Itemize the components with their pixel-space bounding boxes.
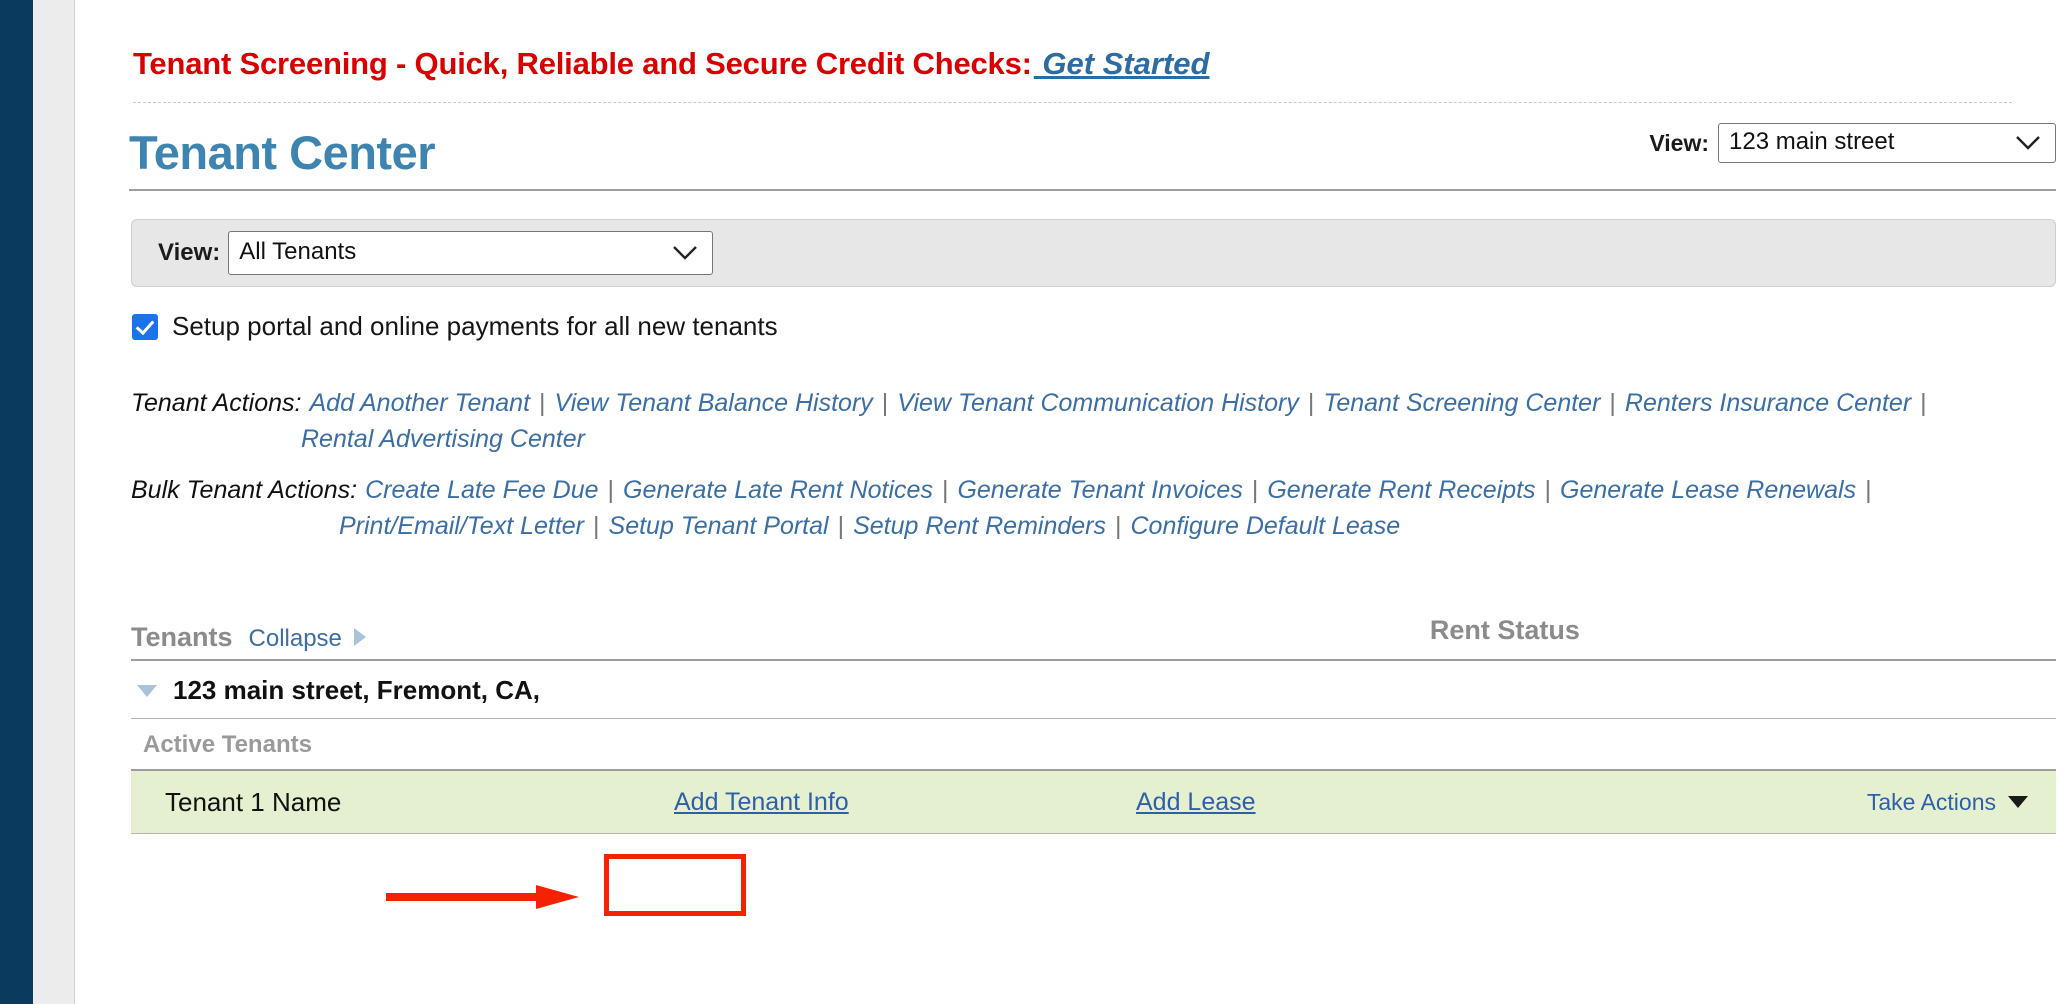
active-tenants-label: Active Tenants — [143, 731, 312, 758]
chevron-down-icon — [672, 245, 712, 261]
table-header-row: Tenants Collapse Rent Status — [131, 615, 2056, 661]
take-actions-label: Take Actions — [1866, 788, 1996, 815]
separator: | — [539, 389, 546, 417]
link-generate-lease-renewals[interactable]: Generate Lease Renewals — [1560, 473, 1856, 509]
triangle-right-icon[interactable] — [353, 628, 366, 646]
table-row[interactable]: Tenant 1 Name Add Tenant Info Add Lease … — [131, 771, 2056, 834]
separator: | — [1251, 476, 1259, 504]
app-window: Tenant Screening - Quick, Reliable and S… — [0, 0, 2070, 1004]
tenant-actions-caption: Tenant Actions: — [131, 389, 302, 417]
link-print-email-text-letter[interactable]: Print/Email/Text Letter — [339, 509, 584, 545]
tenant-actions-line-1: Tenant Actions: Add Another Tenant | Vie… — [131, 386, 2070, 422]
link-setup-tenant-portal[interactable]: Setup Tenant Portal — [609, 509, 829, 545]
property-address: 123 main street, Fremont, CA, — [173, 675, 540, 705]
add-lease-link[interactable]: Add Lease — [1136, 788, 1256, 816]
separator: | — [1544, 476, 1552, 504]
property-group-row: 123 main street, Fremont, CA, — [131, 661, 2056, 719]
link-generate-tenant-invoices[interactable]: Generate Tenant Invoices — [957, 473, 1242, 509]
bulk-tenant-actions-line-2: Print/Email/Text Letter | Setup Tenant P… — [131, 509, 2070, 545]
chevron-down-icon — [2015, 135, 2055, 151]
separator: | — [881, 389, 889, 417]
tenant-view-panel: View: All Tenants — [131, 219, 2056, 287]
property-view-dropdown[interactable]: 123 main street — [1718, 123, 2056, 163]
property-view-value: 123 main street — [1729, 128, 1895, 155]
triangle-down-icon[interactable] — [137, 684, 157, 697]
setup-portal-label: Setup portal and online payments for all… — [172, 311, 778, 341]
promo-banner: Tenant Screening - Quick, Reliable and S… — [75, 0, 2070, 98]
separator: | — [1865, 476, 1872, 504]
property-view-label: View: — [1649, 129, 1709, 156]
tenant-view-value: All Tenants — [239, 238, 357, 265]
annotation-arrow — [386, 884, 581, 910]
link-view-tenant-communication-history[interactable]: View Tenant Communication History — [897, 386, 1299, 422]
tenant-name-cell: Tenant 1 Name — [165, 786, 342, 817]
setup-portal-row: Setup portal and online payments for all… — [132, 311, 2070, 342]
page-header: Tenant Center View: 123 main street — [75, 103, 2070, 177]
link-generate-late-rent-notices[interactable]: Generate Late Rent Notices — [623, 473, 933, 509]
setup-portal-checkbox[interactable] — [132, 313, 158, 340]
collapse-toggle[interactable]: Collapse — [249, 625, 342, 653]
page-title: Tenant Center — [129, 125, 436, 179]
separator: | — [593, 511, 600, 540]
link-renters-insurance-center[interactable]: Renters Insurance Center — [1625, 386, 1911, 422]
actions-block: Tenant Actions: Add Another Tenant | Vie… — [131, 386, 2070, 544]
promo-text: Tenant Screening - Quick, Reliable and S… — [133, 46, 1032, 81]
left-grey-rail — [33, 0, 75, 1004]
annotation-highlight-box — [604, 854, 746, 916]
column-header-rent-status: Rent Status — [1429, 615, 1580, 645]
title-divider — [129, 189, 2056, 191]
link-create-late-fee-due[interactable]: Create Late Fee Due — [365, 473, 598, 509]
main-content: Tenant Screening - Quick, Reliable and S… — [75, 0, 2070, 1004]
bulk-tenant-actions-caption: Bulk Tenant Actions: — [131, 476, 358, 504]
link-add-another-tenant[interactable]: Add Another Tenant — [309, 386, 530, 422]
bulk-tenant-actions-line-1: Bulk Tenant Actions: Create Late Fee Due… — [131, 473, 2070, 509]
add-tenant-info-cell: Add Tenant Info — [651, 788, 1131, 817]
column-header-tenants: Tenants — [131, 622, 233, 652]
property-view-selector: View: 123 main street — [1649, 123, 2056, 163]
link-rental-advertising-center[interactable]: Rental Advertising Center — [301, 422, 585, 458]
separator: | — [941, 476, 949, 504]
add-lease-cell: Add Lease — [1131, 788, 1691, 817]
active-tenants-section: Active Tenants — [131, 719, 2056, 771]
link-tenant-screening-center[interactable]: Tenant Screening Center — [1323, 386, 1600, 422]
tenant-view-dropdown[interactable]: All Tenants — [228, 231, 714, 275]
link-view-tenant-balance-history[interactable]: View Tenant Balance History — [555, 386, 873, 422]
separator: | — [1920, 389, 1927, 417]
separator: | — [607, 476, 615, 504]
tenants-table: Tenants Collapse Rent Status 123 main st… — [131, 615, 2056, 834]
left-navy-rail — [0, 0, 33, 1004]
separator: | — [1609, 389, 1616, 417]
tenant-view-label: View: — [158, 239, 221, 266]
separator: | — [837, 511, 845, 540]
get-started-link[interactable]: Get Started — [1034, 46, 1209, 81]
take-actions-menu[interactable]: Take Actions — [1867, 789, 2056, 816]
link-generate-rent-receipts[interactable]: Generate Rent Receipts — [1267, 473, 1535, 509]
tenant-actions-line-2: Rental Advertising Center — [131, 422, 2070, 458]
caret-down-icon — [2008, 796, 2028, 808]
link-configure-default-lease[interactable]: Configure Default Lease — [1131, 509, 1401, 545]
separator: | — [1307, 389, 1315, 417]
separator: | — [1115, 511, 1122, 540]
add-tenant-info-link[interactable]: Add Tenant Info — [674, 788, 849, 816]
link-setup-rent-reminders[interactable]: Setup Rent Reminders — [853, 509, 1106, 545]
